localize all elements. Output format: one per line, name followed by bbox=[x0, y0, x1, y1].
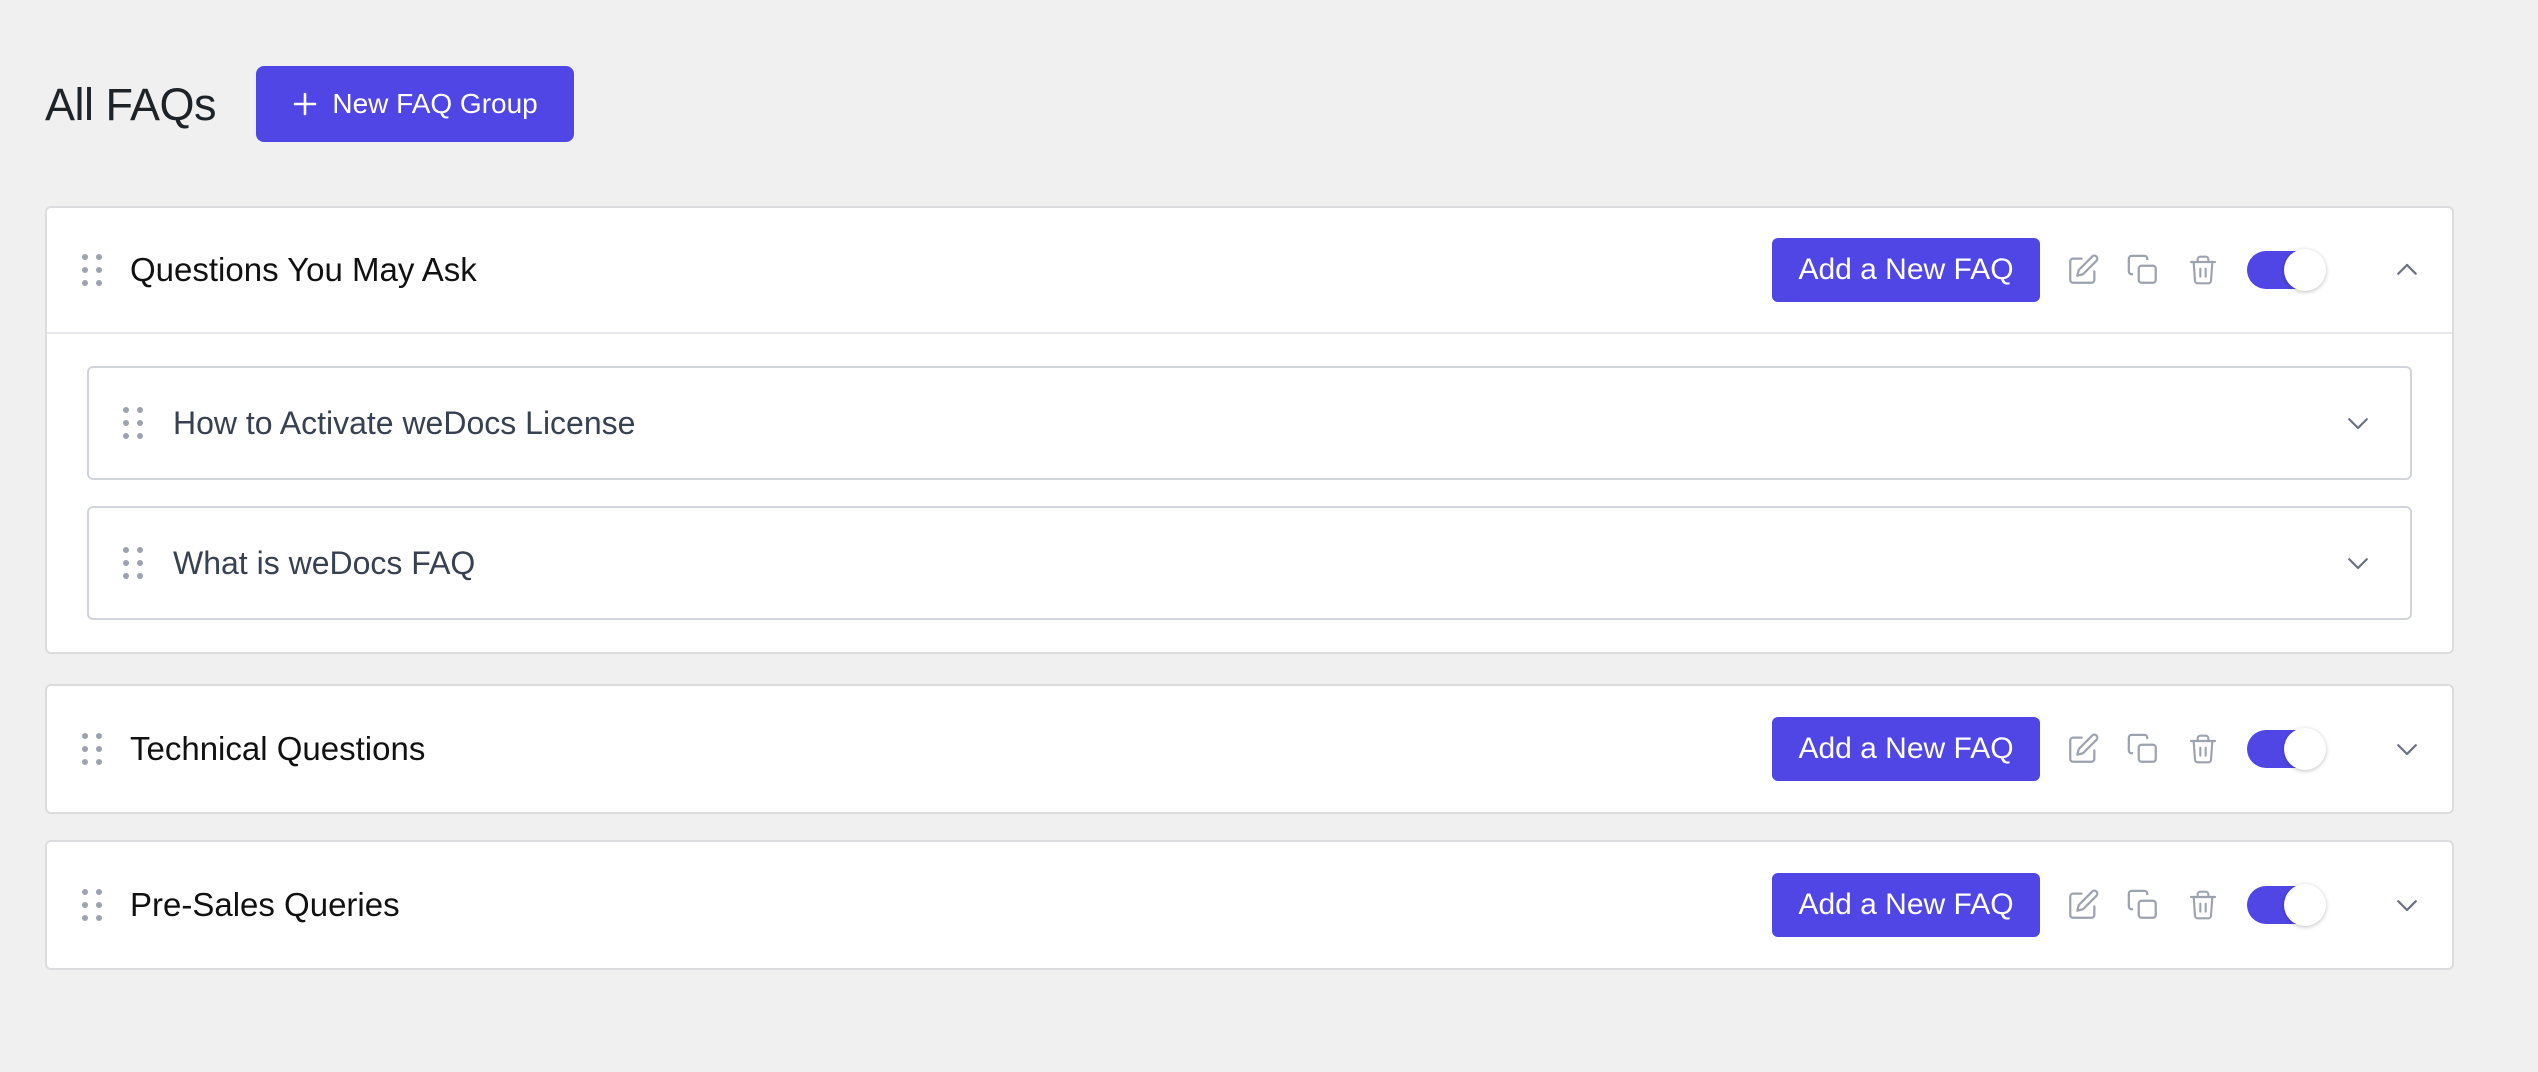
chevron-down-icon[interactable] bbox=[2338, 403, 2378, 443]
faq-group: Questions You May Ask Add a New FAQ How … bbox=[45, 206, 2454, 654]
faq-group-header: Pre-Sales Queries Add a New FAQ bbox=[47, 842, 2452, 968]
faq-item-title: What is weDocs FAQ bbox=[173, 544, 476, 581]
faq-item[interactable]: What is weDocs FAQ bbox=[87, 506, 2412, 620]
faq-group-header: Technical Questions Add a New FAQ bbox=[47, 686, 2452, 812]
drag-handle-icon[interactable] bbox=[82, 254, 102, 286]
trash-icon[interactable] bbox=[2183, 885, 2223, 925]
plus-icon bbox=[292, 91, 318, 117]
chevron-down-icon[interactable] bbox=[2387, 729, 2427, 769]
new-faq-group-button[interactable]: New FAQ Group bbox=[256, 66, 575, 142]
pencil-edit-icon[interactable] bbox=[2063, 250, 2103, 290]
trash-icon[interactable] bbox=[2183, 250, 2223, 290]
page-title: All FAQs bbox=[45, 78, 217, 130]
pencil-edit-icon[interactable] bbox=[2063, 885, 2103, 925]
drag-handle-icon[interactable] bbox=[82, 733, 102, 765]
drag-handle-icon[interactable] bbox=[82, 889, 102, 921]
group-enabled-toggle[interactable] bbox=[2247, 884, 2326, 926]
drag-handle-icon[interactable] bbox=[123, 547, 143, 579]
faq-list: How to Activate weDocs License What is w… bbox=[47, 334, 2452, 652]
add-new-faq-button[interactable]: Add a New FAQ bbox=[1772, 873, 2040, 937]
faq-group-header: Questions You May Ask Add a New FAQ bbox=[47, 208, 2452, 334]
copy-icon[interactable] bbox=[2123, 250, 2163, 290]
faq-group: Pre-Sales Queries Add a New FAQ bbox=[45, 840, 2454, 970]
faq-item-title: How to Activate weDocs License bbox=[173, 404, 636, 441]
pencil-edit-icon[interactable] bbox=[2063, 729, 2103, 769]
faq-item[interactable]: How to Activate weDocs License bbox=[87, 366, 2412, 480]
group-enabled-toggle[interactable] bbox=[2247, 728, 2326, 770]
faq-group: Technical Questions Add a New FAQ bbox=[45, 684, 2454, 814]
toggle-knob bbox=[2284, 728, 2326, 770]
page-header: All FAQs New FAQ Group bbox=[45, 66, 575, 142]
copy-icon[interactable] bbox=[2123, 729, 2163, 769]
copy-icon[interactable] bbox=[2123, 885, 2163, 925]
chevron-down-icon[interactable] bbox=[2387, 885, 2427, 925]
faq-group-title: Questions You May Ask bbox=[130, 251, 477, 288]
chevron-up-icon[interactable] bbox=[2387, 250, 2427, 290]
trash-icon[interactable] bbox=[2183, 729, 2223, 769]
new-faq-group-label: New FAQ Group bbox=[332, 88, 538, 119]
add-new-faq-button[interactable]: Add a New FAQ bbox=[1772, 717, 2040, 781]
faq-group-title: Pre-Sales Queries bbox=[130, 886, 400, 923]
chevron-down-icon[interactable] bbox=[2338, 543, 2378, 583]
toggle-knob bbox=[2284, 249, 2326, 291]
group-enabled-toggle[interactable] bbox=[2247, 249, 2326, 291]
drag-handle-icon[interactable] bbox=[123, 407, 143, 439]
toggle-knob bbox=[2284, 884, 2326, 926]
add-new-faq-button[interactable]: Add a New FAQ bbox=[1772, 238, 2040, 302]
faq-group-title: Technical Questions bbox=[130, 730, 426, 767]
